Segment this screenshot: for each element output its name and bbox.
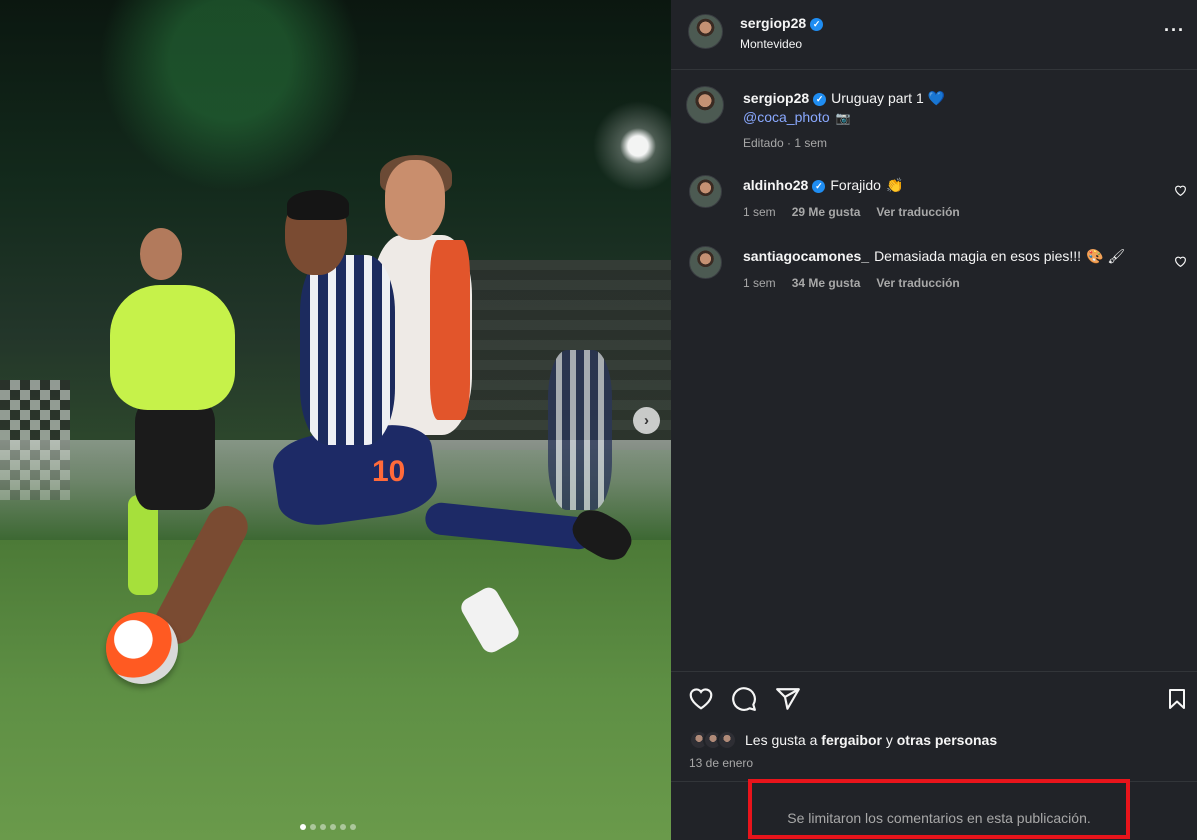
referee-leg	[128, 495, 158, 595]
caption-meta: Editado · 1 sem	[743, 136, 828, 150]
pitch	[0, 540, 671, 840]
likes-text: Les gusta a fergaibor y otras personas	[745, 732, 997, 748]
comment-text: Forajido	[830, 177, 881, 193]
blue-heart-emoji: 💙	[927, 90, 946, 106]
likes-connector: y	[885, 732, 893, 748]
liker-avatar	[717, 730, 737, 750]
comment-username[interactable]: santiagocamones_	[743, 248, 869, 264]
bookmark-icon	[1169, 689, 1185, 709]
comment-username[interactable]: aldinho28	[743, 177, 808, 193]
carousel-dot	[300, 824, 306, 830]
camera-emoji: 📷	[835, 111, 851, 125]
comment-likes-button[interactable]: 29 Me gusta	[792, 205, 861, 219]
likes-others-link[interactable]: otras personas	[897, 732, 997, 748]
post-header: sergiop28 ✓ Montevideo ···	[671, 0, 1197, 70]
opponent-head	[385, 160, 445, 240]
post-date: 13 de enero	[689, 756, 754, 770]
carousel-dot	[350, 824, 356, 830]
player-shirt	[300, 255, 395, 445]
likes-prefix: Les gusta a	[745, 732, 818, 748]
post-sidebar: sergiop28 ✓ Montevideo ··· sergiop28 ✓ Urug…	[671, 0, 1197, 840]
comment-time: 1 sem	[743, 205, 776, 219]
likes-summary: Les gusta a fergaibor y otras personas	[689, 730, 997, 750]
comment-text: Demasiada magia en esos pies!!!	[874, 248, 1082, 264]
more-horizontal-icon: ···	[1164, 20, 1185, 40]
post-location[interactable]: Montevideo	[740, 37, 802, 51]
carousel-dot	[330, 824, 336, 830]
post-photo[interactable]: 10 ›	[0, 0, 671, 840]
comments-limited-notice: Se limitaron los comentarios en esta pub…	[748, 779, 1130, 839]
author-username-row: sergiop28 ✓	[740, 15, 824, 33]
verified-badge-icon: ✓	[810, 18, 824, 31]
art-emoji: 🎨 🖌	[1086, 248, 1126, 264]
author-username[interactable]: sergiop28	[740, 15, 806, 31]
comment-meta: 1 sem 34 Me gusta Ver traducción	[743, 276, 976, 290]
chevron-right-icon: ›	[644, 412, 649, 429]
background-player	[548, 350, 612, 510]
comment-line: santiagocamones_ Demasiada magia en esos …	[743, 248, 1125, 265]
carousel-next-button[interactable]: ›	[633, 407, 660, 434]
comment-icon	[732, 687, 756, 711]
send-icon	[776, 688, 800, 710]
heart-icon	[1175, 256, 1186, 268]
comment-likes-button[interactable]: 34 Me gusta	[792, 276, 861, 290]
comment-line: aldinho28 ✓ Forajido 👏	[743, 177, 903, 194]
comment-like-button[interactable]	[1174, 184, 1187, 199]
caption-mention-line: @coca_photo 📷	[743, 109, 851, 125]
comment-avatar[interactable]	[689, 246, 722, 279]
verified-badge-icon: ✓	[812, 180, 826, 193]
verified-badge-icon: ✓	[813, 93, 827, 106]
carousel-dot	[320, 824, 326, 830]
comment-button[interactable]	[731, 686, 759, 714]
see-translation-button[interactable]: Ver traducción	[876, 205, 959, 219]
opponent-shirt-stripe	[430, 240, 470, 420]
like-button[interactable]	[688, 686, 716, 714]
see-translation-button[interactable]: Ver traducción	[876, 276, 959, 290]
comment-time: 1 sem	[743, 276, 776, 290]
caption-text: Uruguay part 1	[831, 90, 924, 106]
player-hair	[287, 190, 349, 220]
more-options-button[interactable]: ···	[1164, 20, 1185, 41]
caption-mention-link[interactable]: @coca_photo	[743, 109, 830, 125]
caption-line: sergiop28 ✓ Uruguay part 1 💙	[743, 90, 945, 107]
share-button[interactable]	[775, 686, 803, 714]
carousel-dot	[310, 824, 316, 830]
comment-avatar[interactable]	[689, 175, 722, 208]
comments-limited-text: Se limitaron los comentarios en esta pub…	[787, 810, 1091, 826]
clapping-emoji: 👏	[885, 177, 904, 193]
jersey-number: 10	[372, 455, 406, 488]
football	[106, 612, 178, 684]
save-button[interactable]	[1165, 686, 1193, 714]
likes-user-link[interactable]: fergaibor	[821, 732, 882, 748]
referee-shorts	[135, 400, 215, 510]
author-avatar[interactable]	[688, 14, 723, 49]
referee-head	[140, 228, 182, 280]
post-actions: Les gusta a fergaibor y otras personas 1…	[671, 671, 1197, 840]
comment-meta: 1 sem 29 Me gusta Ver traducción	[743, 205, 976, 219]
heart-icon	[1175, 185, 1186, 197]
caption-avatar[interactable]	[686, 86, 724, 124]
referee-shirt	[110, 285, 235, 410]
carousel-indicator	[300, 824, 356, 830]
comment-like-button[interactable]	[1174, 255, 1187, 270]
caption-username[interactable]: sergiop28	[743, 90, 809, 106]
carousel-dot	[340, 824, 346, 830]
heart-icon	[689, 688, 713, 710]
